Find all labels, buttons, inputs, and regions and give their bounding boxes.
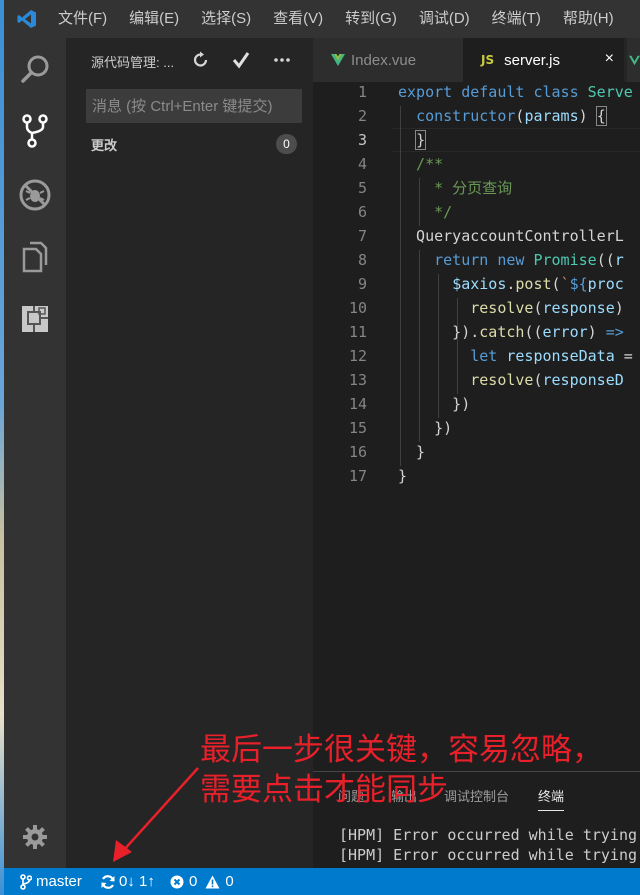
error-icon [170, 875, 184, 888]
activity-bar [4, 38, 66, 868]
code-line: 7 QueryaccountControllerL [357, 227, 624, 245]
code-line: 4 /** [357, 155, 444, 173]
changes-group[interactable]: 更改 0 [66, 132, 313, 156]
editor-tab-bar: Index.vue JS server.js × [313, 38, 640, 82]
code-line: 8 return new Promise((r [357, 251, 624, 269]
extensions-icon[interactable] [4, 288, 66, 350]
code-editor[interactable]: 1 export default class Serve 2 constructo… [313, 82, 640, 771]
branch-status[interactable]: master [20, 868, 82, 895]
refresh-icon[interactable] [189, 48, 213, 72]
changes-count-badge: 0 [276, 134, 297, 154]
code-line: 3 } [357, 130, 427, 150]
code-line: 5 * 分页查询 [357, 179, 513, 197]
error-count: 0 [189, 873, 198, 890]
annotation-line-2: 需要点击才能同步 [200, 772, 448, 808]
menu-selection[interactable]: 选择(S) [190, 0, 262, 38]
tab-partial-vue[interactable] [627, 38, 640, 82]
menu-edit[interactable]: 编辑(E) [118, 0, 190, 38]
terminal-line: [HPM] Error occurred while trying [339, 846, 638, 864]
menu-help[interactable]: 帮助(H) [552, 0, 625, 38]
code-line: 15 }) [348, 419, 453, 437]
tab-index-vue[interactable]: Index.vue [313, 38, 463, 82]
sync-changes-button[interactable]: 0↓ 1↑ [100, 868, 155, 895]
sidebar-title: 源代码管理: ... [91, 55, 175, 70]
annotation-text: 最后一步很关键，容易忽略， 需要点击才能同步 [200, 730, 603, 810]
code-line: 6 */ [357, 203, 453, 221]
menu-go[interactable]: 转到(G) [334, 0, 408, 38]
more-actions-icon[interactable] [270, 48, 294, 72]
commit-check-icon[interactable] [229, 48, 253, 72]
warning-icon [205, 875, 220, 888]
close-tab-icon[interactable]: × [605, 50, 614, 68]
warning-count: 0 [225, 873, 234, 890]
search-icon[interactable] [4, 38, 66, 100]
sync-counts: 0↓ 1↑ [119, 873, 155, 890]
explorer-icon[interactable] [4, 226, 66, 288]
sync-icon [101, 874, 115, 889]
git-branch-icon [20, 873, 32, 890]
code-line: 16 } [348, 443, 426, 461]
vue-icon [331, 54, 345, 66]
code-line: 10 resolve(response) [348, 299, 624, 317]
terminal-line: [HPM] Error occurred while trying [339, 826, 638, 844]
code-line: 1 export default class Serve [357, 83, 633, 101]
code-line: 11 }).catch((error) => [348, 323, 624, 341]
menu-view[interactable]: 查看(V) [262, 0, 334, 38]
tab-label: Index.vue [351, 51, 417, 69]
menu-terminal[interactable]: 终端(T) [481, 0, 552, 38]
tab-server-js[interactable]: JS server.js × [463, 38, 624, 82]
code-line: 2 constructor(params) { [357, 106, 607, 126]
annotation-line-1: 最后一步很关键，容易忽略， [200, 732, 603, 768]
commit-message-input[interactable] [86, 89, 302, 123]
active-tab-indicator [538, 810, 564, 811]
changes-label: 更改 [91, 138, 118, 153]
debug-icon[interactable] [4, 164, 66, 226]
problems-status[interactable]: 0 0 [170, 868, 234, 895]
source-control-icon[interactable] [4, 100, 66, 162]
tab-label: server.js [504, 51, 560, 69]
code-line: 13 resolve(responseD [348, 371, 624, 389]
vscode-logo-icon [4, 0, 50, 38]
code-line: 17} [348, 467, 408, 485]
menu-file[interactable]: 文件(F) [50, 0, 118, 38]
code-line: 9 $axios.post(`${proc [357, 275, 624, 293]
gear-icon[interactable] [4, 806, 66, 868]
code-line: 12 let responseData = [348, 347, 633, 365]
branch-name: master [36, 873, 82, 890]
menu-bar: 文件(F) 编辑(E) 选择(S) 查看(V) 转到(G) 调试(D) 终端(T… [4, 0, 640, 38]
code-line: 14 }) [348, 395, 471, 413]
vue-icon [629, 55, 640, 65]
status-bar: master 0↓ 1↑ 0 0 [4, 868, 640, 895]
js-icon: JS [481, 53, 495, 67]
menu-debug[interactable]: 调试(D) [408, 0, 481, 38]
